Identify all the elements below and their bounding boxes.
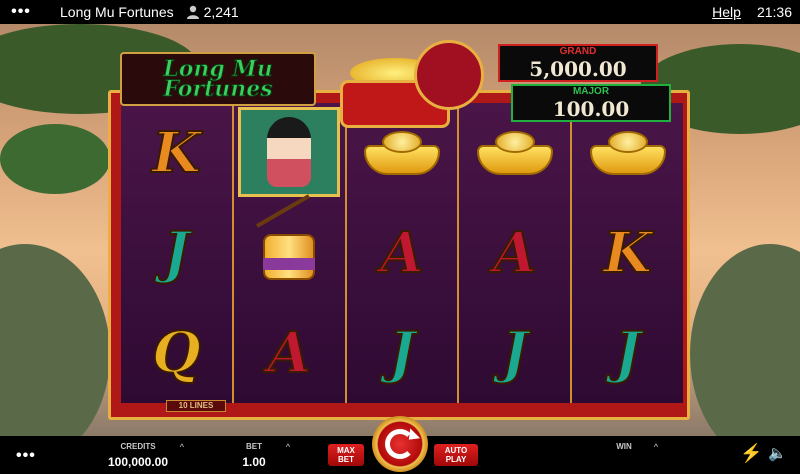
- gold-ingot-icon: [589, 131, 666, 175]
- top-bar: ••• Long Mu Fortunes 2,241 Help 21:36: [0, 0, 800, 24]
- spin-icon: [385, 428, 421, 459]
- bet-label: BET: [246, 442, 262, 451]
- bet-display[interactable]: BET 1.00 ^: [232, 442, 290, 470]
- win-display: WIN ^: [604, 442, 658, 452]
- symbol-lady: [234, 103, 345, 203]
- symbol-k: K: [151, 119, 202, 187]
- symbol-a: A: [266, 319, 311, 387]
- cliff-right: [690, 244, 800, 436]
- credits-value: 100,000.00: [107, 455, 169, 469]
- gold-ingot-icon: [476, 131, 553, 175]
- max-bet-label-1: MAX: [337, 446, 355, 455]
- gold-ingot-icon: [363, 131, 440, 175]
- symbol-j: J: [388, 319, 416, 387]
- symbol-k: K: [602, 219, 653, 287]
- symbol-drum: [234, 194, 345, 303]
- game-title: Long Mu Fortunes: [60, 4, 174, 20]
- symbol-j: J: [501, 319, 529, 387]
- jackpot-grand-value: 5,000.00: [529, 57, 627, 81]
- jackpot-major-value: 100.00: [552, 97, 630, 121]
- symbol-j: J: [613, 319, 641, 387]
- auto-play-button[interactable]: AUTO PLAY: [434, 444, 478, 466]
- jackpot-grand: GRAND 5,000.00: [498, 44, 658, 82]
- spin-button[interactable]: [372, 416, 428, 472]
- reel-3: A J: [346, 103, 460, 403]
- symbol-a: A: [379, 219, 424, 287]
- menu-button[interactable]: •••: [0, 0, 42, 24]
- user-icon: [186, 5, 199, 19]
- pine-tree-left-lower: [0, 124, 110, 194]
- lightning-icon[interactable]: ⚡: [740, 443, 762, 464]
- reel-4: A J: [459, 103, 573, 403]
- chevron-up-icon: ^: [653, 442, 658, 452]
- treasure-bowl-icon: [340, 40, 490, 130]
- reel-5: K J: [572, 103, 683, 403]
- chevron-up-icon: ^: [285, 442, 290, 452]
- credits-label: CREDITS: [120, 442, 156, 451]
- reel-1: K J Q: [121, 103, 234, 403]
- players-count: 2,241: [186, 4, 239, 20]
- max-bet-button[interactable]: MAX BET: [328, 444, 364, 466]
- reel-frame: K J Q A A J A J K J: [108, 90, 690, 420]
- reel-2: A: [233, 103, 347, 403]
- chevron-up-icon: ^: [179, 442, 184, 452]
- settings-menu-button[interactable]: •••: [16, 447, 36, 465]
- reels[interactable]: K J Q A A J A J K J: [121, 103, 683, 403]
- credits-display[interactable]: CREDITS 100,000.00 ^: [100, 442, 184, 470]
- lines-indicator: 10 LINES: [166, 400, 226, 412]
- help-link[interactable]: Help: [712, 4, 741, 20]
- auto-play-label-2: PLAY: [445, 455, 467, 464]
- auto-play-label-1: AUTO: [444, 446, 468, 455]
- speaker-icon[interactable]: 🔈: [768, 444, 787, 462]
- max-bet-label-2: BET: [338, 455, 354, 464]
- symbol-q: Q: [151, 319, 202, 387]
- jackpot-major: MAJOR 100.00: [511, 84, 671, 122]
- players-value: 2,241: [203, 4, 239, 20]
- symbol-a: A: [492, 219, 537, 287]
- cliff-left: [0, 244, 110, 436]
- logo-line-2: Fortunes: [163, 76, 273, 102]
- lady-portrait-icon: [237, 107, 340, 197]
- game-logo: Long Mu Fortunes: [120, 52, 316, 106]
- win-label: WIN: [616, 442, 632, 451]
- symbol-j: J: [162, 219, 190, 287]
- bet-value: 1.00: [242, 455, 266, 469]
- drum-icon: [256, 194, 321, 282]
- clock: 21:36: [756, 4, 792, 20]
